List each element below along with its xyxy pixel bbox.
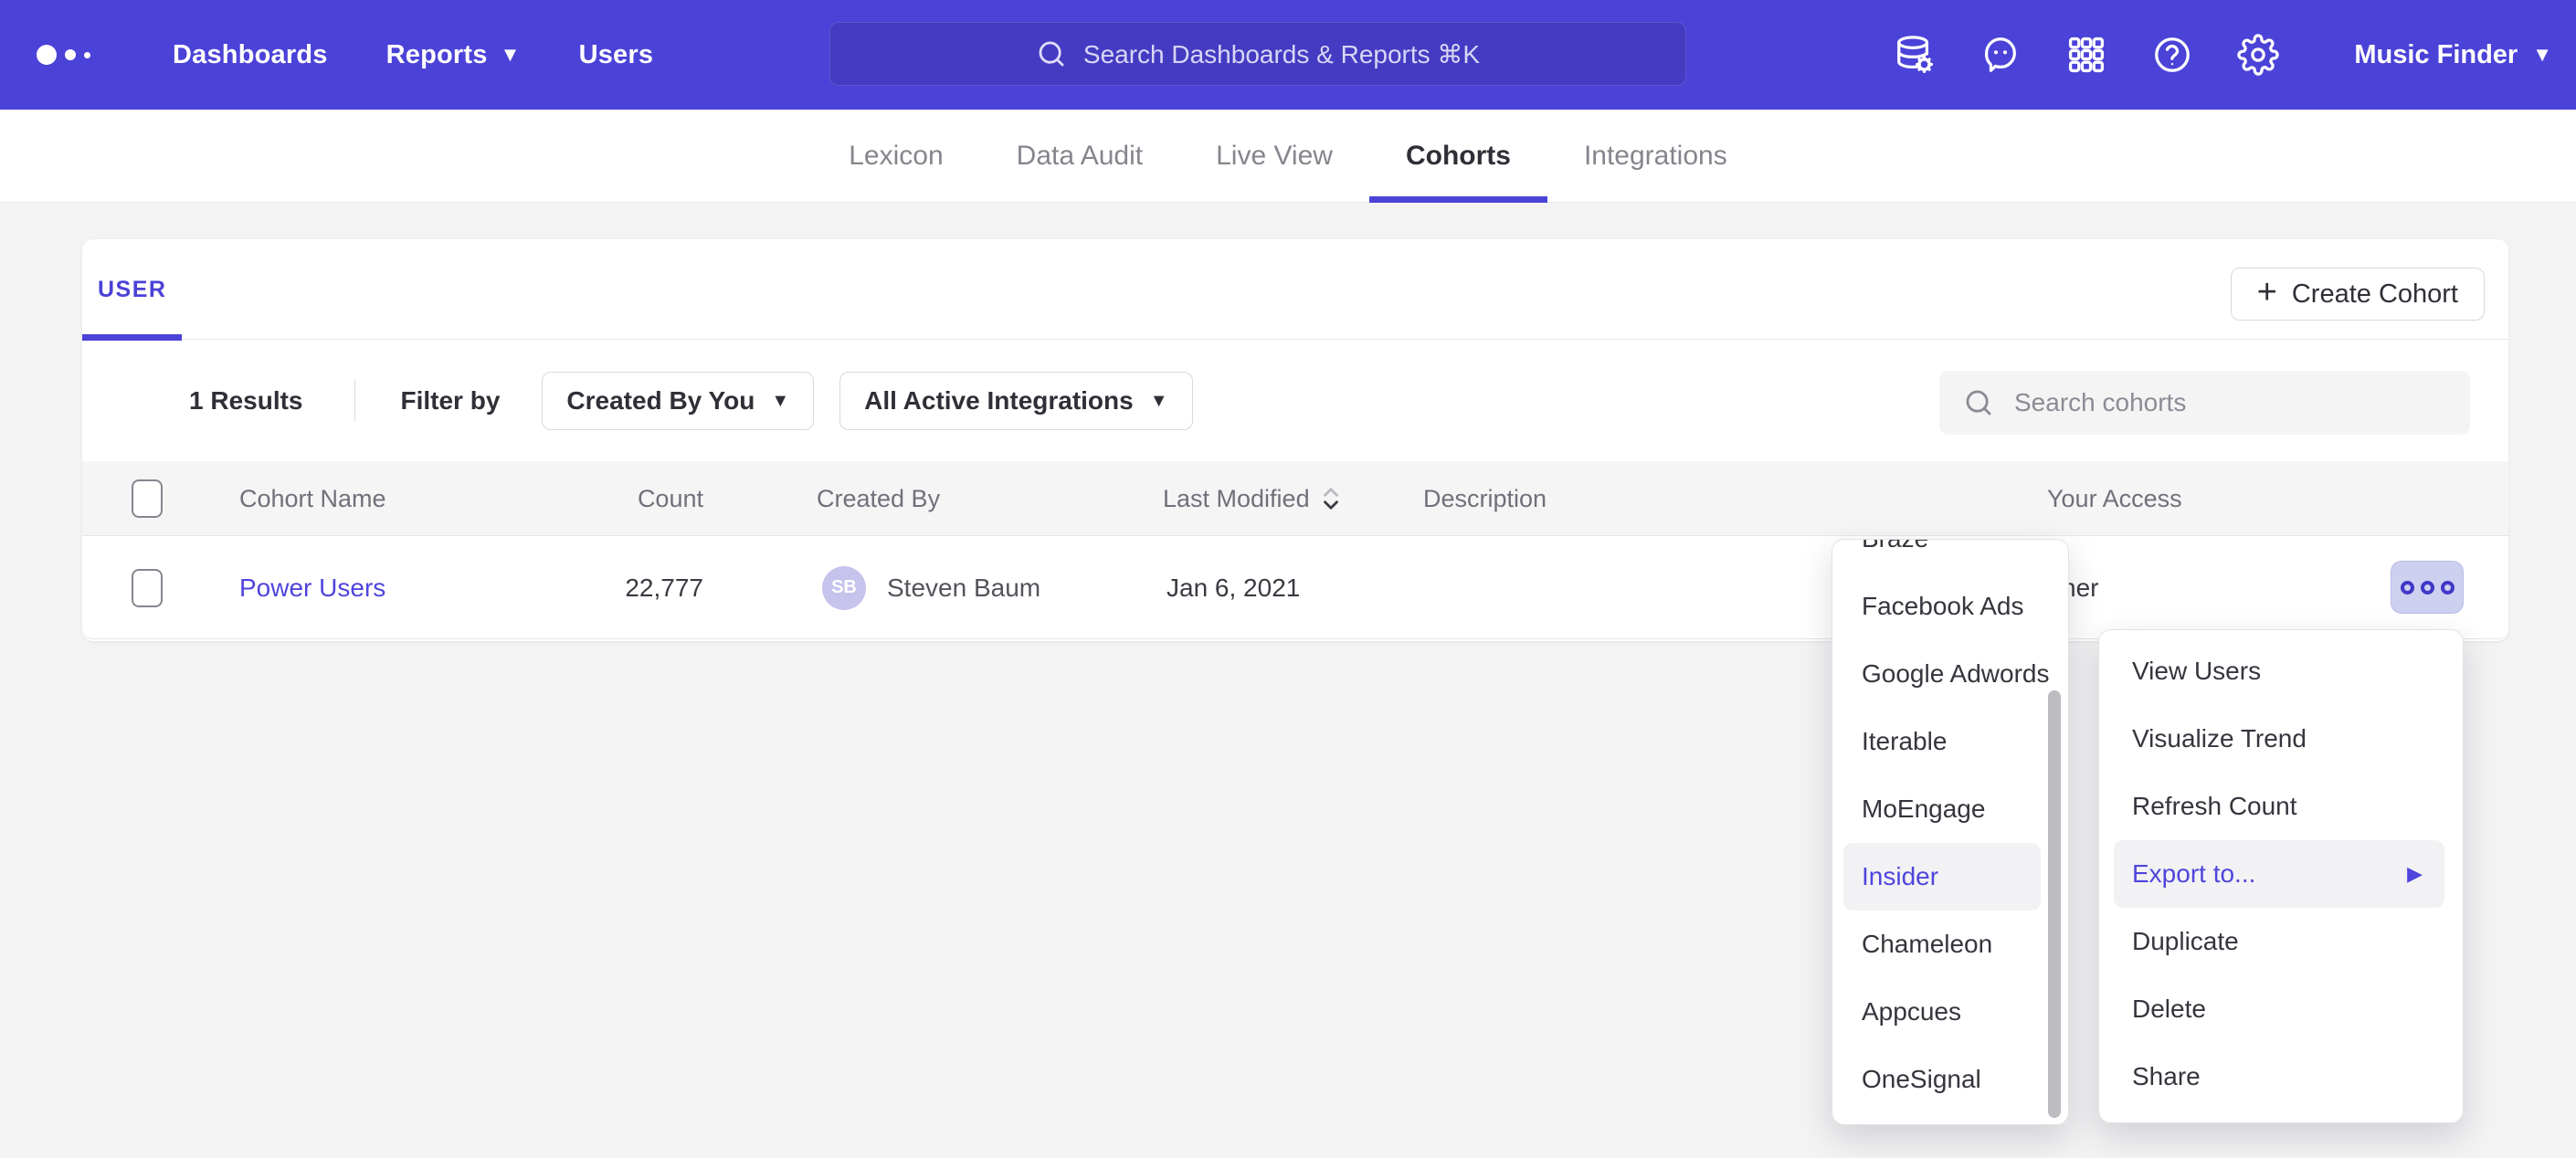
- tab-user-cohorts[interactable]: USER: [82, 239, 182, 340]
- settings-icon[interactable]: [2237, 34, 2279, 76]
- menu-item-onesignal[interactable]: OneSignal: [1832, 1046, 2068, 1113]
- scrollbar-thumb[interactable]: [2048, 690, 2061, 1118]
- dots-icon: [2401, 581, 2414, 595]
- nav-users[interactable]: Users: [579, 40, 654, 70]
- table-header: Cohort Name Count Created By Last Modifi…: [82, 461, 2508, 536]
- created-by-cell: SB Steven Baum: [822, 536, 1040, 639]
- project-name: Music Finder: [2354, 40, 2518, 70]
- mixpanel-logo-icon[interactable]: [37, 45, 90, 65]
- col-description: Description: [1423, 461, 1547, 536]
- cohorts-panel: USER + Create Cohort 1 Results Filter by…: [82, 239, 2508, 641]
- tab-lexicon[interactable]: Lexicon: [812, 110, 979, 203]
- menu-item-iterable[interactable]: Iterable: [1832, 708, 2068, 775]
- cohort-search: [1939, 371, 2470, 435]
- search-icon: [1036, 38, 1067, 69]
- row-checkbox[interactable]: [132, 569, 163, 607]
- menu-item-chameleon[interactable]: Chameleon: [1832, 911, 2068, 978]
- cohort-search-input[interactable]: [1939, 371, 2470, 435]
- menu-item-google-adwords[interactable]: Google Adwords: [1832, 640, 2068, 708]
- table-row: Power Users 22,777 SB Steven Baum Jan 6,…: [82, 536, 2508, 639]
- tab-live-view[interactable]: Live View: [1179, 110, 1369, 203]
- data-management-icon[interactable]: [1894, 34, 1936, 76]
- feedback-icon[interactable]: [1980, 34, 2022, 76]
- last-modified-cell: Jan 6, 2021: [1167, 536, 1300, 639]
- chevron-down-icon: ▼: [2532, 45, 2552, 65]
- app-window: Dashboards Reports▼ Users Search Dashboa…: [0, 0, 2576, 1158]
- results-count: 1 Results: [189, 386, 303, 416]
- top-nav: Dashboards Reports▼ Users Search Dashboa…: [0, 0, 2576, 110]
- col-count: Count: [521, 461, 703, 536]
- nav-reports[interactable]: Reports▼: [386, 40, 521, 70]
- chevron-down-icon: ▼: [1150, 392, 1168, 410]
- integrations-dropdown[interactable]: All Active Integrations ▼: [839, 372, 1192, 430]
- row-actions-button[interactable]: [2391, 561, 2464, 614]
- row-checkbox-cell: [132, 536, 163, 639]
- tab-cohorts[interactable]: Cohorts: [1369, 110, 1547, 203]
- divider: [354, 380, 355, 422]
- col-your-access: Your Access: [2047, 461, 2182, 536]
- apps-grid-icon[interactable]: [2065, 34, 2107, 76]
- menu-item-duplicate[interactable]: Duplicate: [2099, 908, 2463, 975]
- col-last-modified: Last Modified: [1163, 461, 1341, 536]
- sort-icon[interactable]: [1321, 486, 1341, 511]
- menu-item-appcues[interactable]: Appcues: [1832, 978, 2068, 1046]
- export-destinations-menu: Braze Facebook Ads Google Adwords Iterab…: [1832, 539, 2069, 1125]
- chevron-down-icon: ▼: [501, 45, 521, 65]
- menu-item-refresh-count[interactable]: Refresh Count: [2099, 773, 2463, 840]
- menu-item-view-users[interactable]: View Users: [2099, 637, 2463, 705]
- filter-by-label: Filter by: [401, 386, 501, 416]
- menu-item-export-to[interactable]: Export to... ▶: [2114, 840, 2444, 908]
- cohort-name-cell: Power Users: [239, 536, 385, 639]
- section-tabbar: Lexicon Data Audit Live View Cohorts Int…: [0, 110, 2576, 203]
- select-all-checkbox[interactable]: [132, 479, 163, 518]
- menu-item-facebook-ads[interactable]: Facebook Ads: [1832, 573, 2068, 640]
- created-by-name: Steven Baum: [887, 574, 1040, 603]
- plus-icon: +: [2257, 275, 2277, 310]
- row-context-menu: View Users Visualize Trend Refresh Count…: [2098, 629, 2464, 1123]
- col-cohort-name: Cohort Name: [239, 461, 386, 536]
- created-by-dropdown[interactable]: Created By You ▼: [542, 372, 814, 430]
- avatar: SB: [822, 566, 866, 610]
- search-icon: [1963, 387, 1994, 418]
- submenu-arrow-icon: ▶: [2407, 862, 2423, 886]
- panel-tab-strip: USER + Create Cohort: [82, 239, 2508, 340]
- filter-bar: 1 Results Filter by Created By You ▼ All…: [82, 340, 2508, 461]
- chevron-down-icon: ▼: [771, 392, 789, 410]
- col-created-by: Created By: [817, 461, 940, 536]
- project-switcher[interactable]: Music Finder ▼: [2354, 40, 2552, 70]
- tab-data-audit[interactable]: Data Audit: [980, 110, 1179, 203]
- menu-item-delete[interactable]: Delete: [2099, 975, 2463, 1043]
- count-cell: 22,777: [521, 536, 703, 639]
- tab-integrations[interactable]: Integrations: [1547, 110, 1764, 203]
- global-search-input[interactable]: Search Dashboards & Reports ⌘K: [829, 22, 1686, 86]
- menu-item-braze[interactable]: Braze: [1832, 539, 2068, 573]
- menu-item-visualize-trend[interactable]: Visualize Trend: [2099, 705, 2463, 773]
- select-all-checkbox-cell: [132, 461, 163, 536]
- create-cohort-button[interactable]: + Create Cohort: [2231, 268, 2485, 321]
- cohort-name-link[interactable]: Power Users: [239, 574, 385, 603]
- menu-item-moengage[interactable]: MoEngage: [1832, 775, 2068, 843]
- menu-item-share[interactable]: Share: [2099, 1043, 2463, 1111]
- help-icon[interactable]: [2151, 34, 2193, 76]
- nav-dashboards[interactable]: Dashboards: [173, 40, 328, 70]
- menu-item-insider[interactable]: Insider: [1843, 843, 2041, 911]
